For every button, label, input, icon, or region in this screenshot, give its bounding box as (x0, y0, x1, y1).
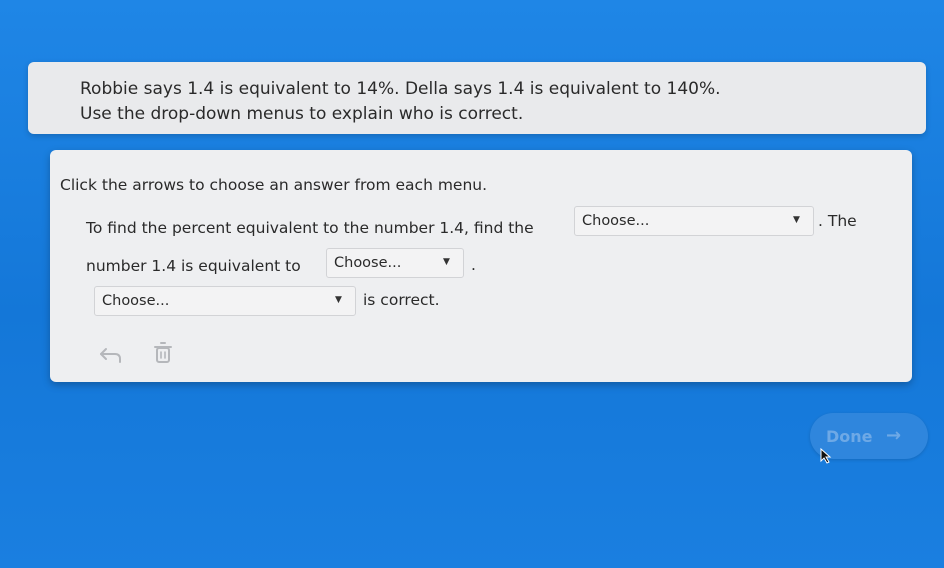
dropdown-percent-value: Choose... (334, 255, 402, 271)
caret-down-icon: ▼ (335, 295, 342, 305)
dropdown-person[interactable]: Choose... ▼ (94, 286, 356, 316)
instructions-text: Click the arrows to choose an answer fro… (60, 176, 488, 194)
question-text-line-2: Use the drop-down menus to explain who i… (80, 104, 524, 124)
mouse-pointer-icon (820, 447, 832, 468)
app-stage: Robbie says 1.4 is equivalent to 14%. De… (0, 0, 944, 568)
dropdown-person-value: Choose... (102, 293, 170, 309)
sentence-part-3: number 1.4 is equivalent to (86, 257, 301, 275)
sentence-part-4: . (471, 256, 476, 274)
sentence-part-2: . The (818, 212, 857, 230)
undo-arrow-icon[interactable] (98, 345, 124, 370)
arrow-right-icon: → (886, 425, 902, 446)
caret-down-icon: ▼ (793, 215, 800, 225)
answer-card: Click the arrows to choose an answer fro… (50, 150, 912, 382)
caret-down-icon: ▼ (443, 257, 450, 267)
sentence-part-1: To find the percent equivalent to the nu… (86, 219, 534, 237)
trash-icon[interactable] (152, 340, 174, 371)
dropdown-method[interactable]: Choose... ▼ (574, 206, 814, 236)
dropdown-percent[interactable]: Choose... ▼ (326, 248, 464, 278)
question-card: Robbie says 1.4 is equivalent to 14%. De… (28, 62, 926, 134)
sentence-part-5: is correct. (363, 291, 440, 309)
done-label: Done (826, 427, 873, 446)
question-text-line-1: Robbie says 1.4 is equivalent to 14%. De… (80, 79, 721, 99)
dropdown-method-value: Choose... (582, 213, 650, 229)
